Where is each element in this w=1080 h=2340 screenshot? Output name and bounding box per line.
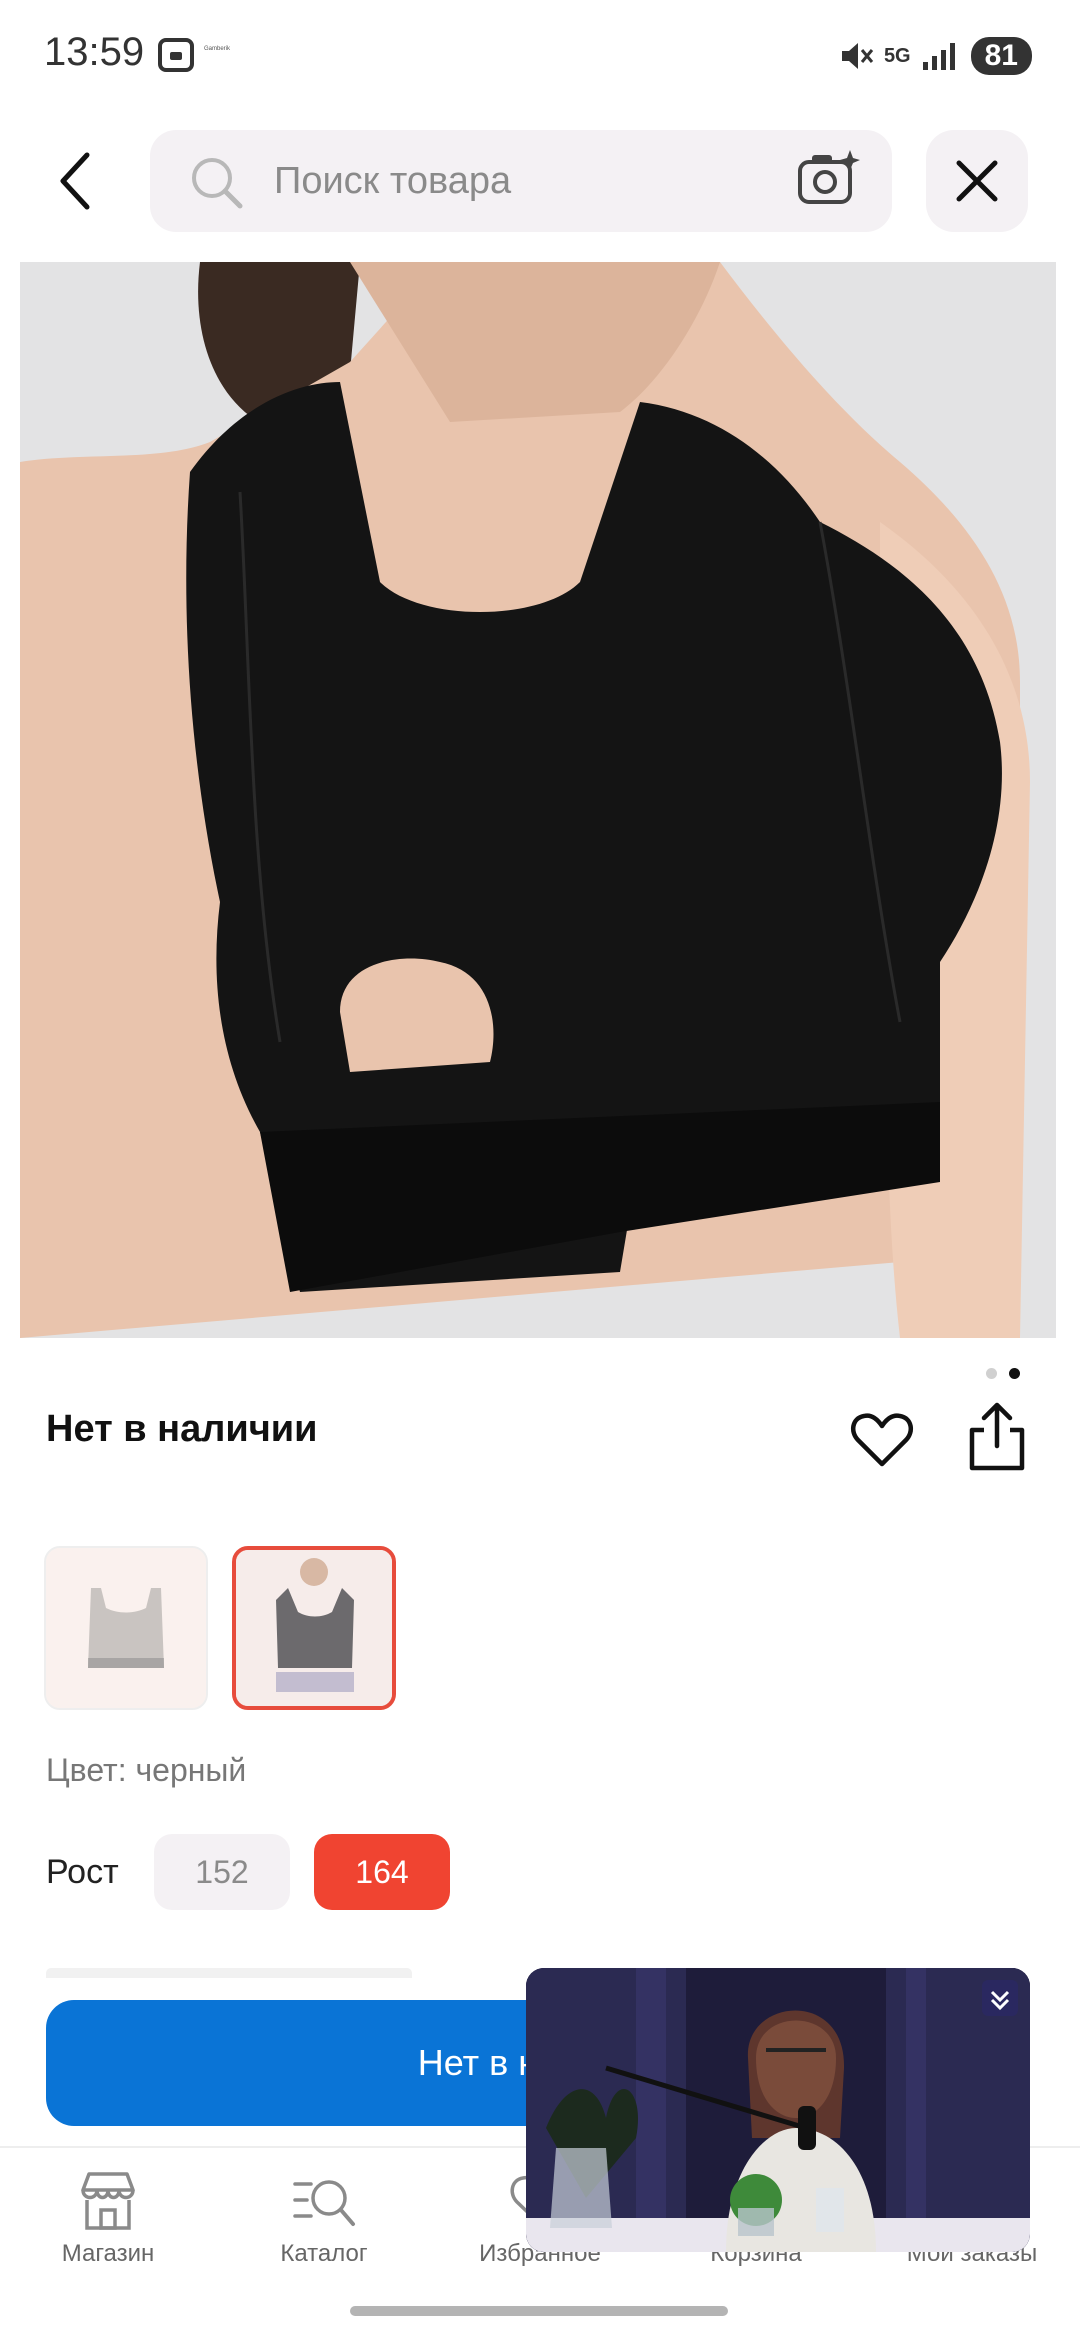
nav-label-store: Магазин — [61, 2240, 155, 2267]
share-icon[interactable] — [964, 1400, 1030, 1472]
thumbnail-black[interactable] — [232, 1546, 396, 1710]
color-thumbnails — [44, 1546, 396, 1710]
top-bar — [0, 126, 1080, 236]
pip-video-player[interactable] — [526, 1968, 1030, 2252]
channel-logo-icon — [982, 1980, 1018, 2016]
product-photo — [20, 262, 1056, 1338]
store-icon — [81, 2172, 135, 2230]
signal-icon — [922, 43, 955, 70]
carousel-dot-active — [1009, 1368, 1020, 1379]
nav-label-catalog: Каталог — [280, 2240, 368, 2267]
pip-video-frame — [526, 1968, 1030, 2252]
nav-item-store[interactable]: Магазин — [0, 2148, 216, 2296]
catalog-search-icon — [293, 2180, 355, 2226]
camera-search-icon[interactable] — [796, 148, 862, 210]
size-label: Рост — [46, 1852, 119, 1891]
battery-level: 81 — [970, 37, 1032, 75]
thumbnail-black-image — [236, 1550, 392, 1706]
carousel-dots — [986, 1368, 1020, 1379]
thumbnail-white[interactable] — [44, 1546, 208, 1710]
thumbnail-white-image — [46, 1548, 206, 1708]
search-icon — [192, 158, 243, 209]
search-box[interactable] — [150, 130, 892, 232]
carousel-dot — [986, 1368, 997, 1379]
product-image[interactable] — [20, 262, 1056, 1338]
nav-item-catalog[interactable]: Каталог — [216, 2148, 432, 2296]
status-time: 13:59 — [44, 30, 145, 74]
size-selector: Рост 152 164 — [46, 1834, 474, 1910]
size-chip-152[interactable]: 152 — [154, 1834, 290, 1910]
home-indicator[interactable] — [350, 2306, 728, 2316]
mute-icon — [841, 43, 874, 69]
network-label: 5G — [883, 45, 911, 67]
status-indicators: 5G 81 — [838, 36, 1032, 76]
size-chip-164[interactable]: 164 — [314, 1834, 450, 1910]
color-label: Цвет: черный — [46, 1752, 247, 1788]
status-app-label: Gamberik — [204, 46, 231, 52]
chevron-left-icon — [60, 152, 90, 210]
availability-status: Нет в наличии — [46, 1408, 318, 1450]
section-peek — [46, 1968, 412, 1978]
search-input[interactable] — [274, 154, 754, 208]
close-button[interactable] — [926, 130, 1028, 232]
heart-icon[interactable] — [850, 1408, 914, 1472]
close-icon — [956, 160, 998, 202]
screenshot-icon — [158, 38, 194, 72]
status-bar: 13:59 Gamberik 5G 81 — [0, 0, 1080, 112]
back-button[interactable] — [40, 146, 110, 216]
